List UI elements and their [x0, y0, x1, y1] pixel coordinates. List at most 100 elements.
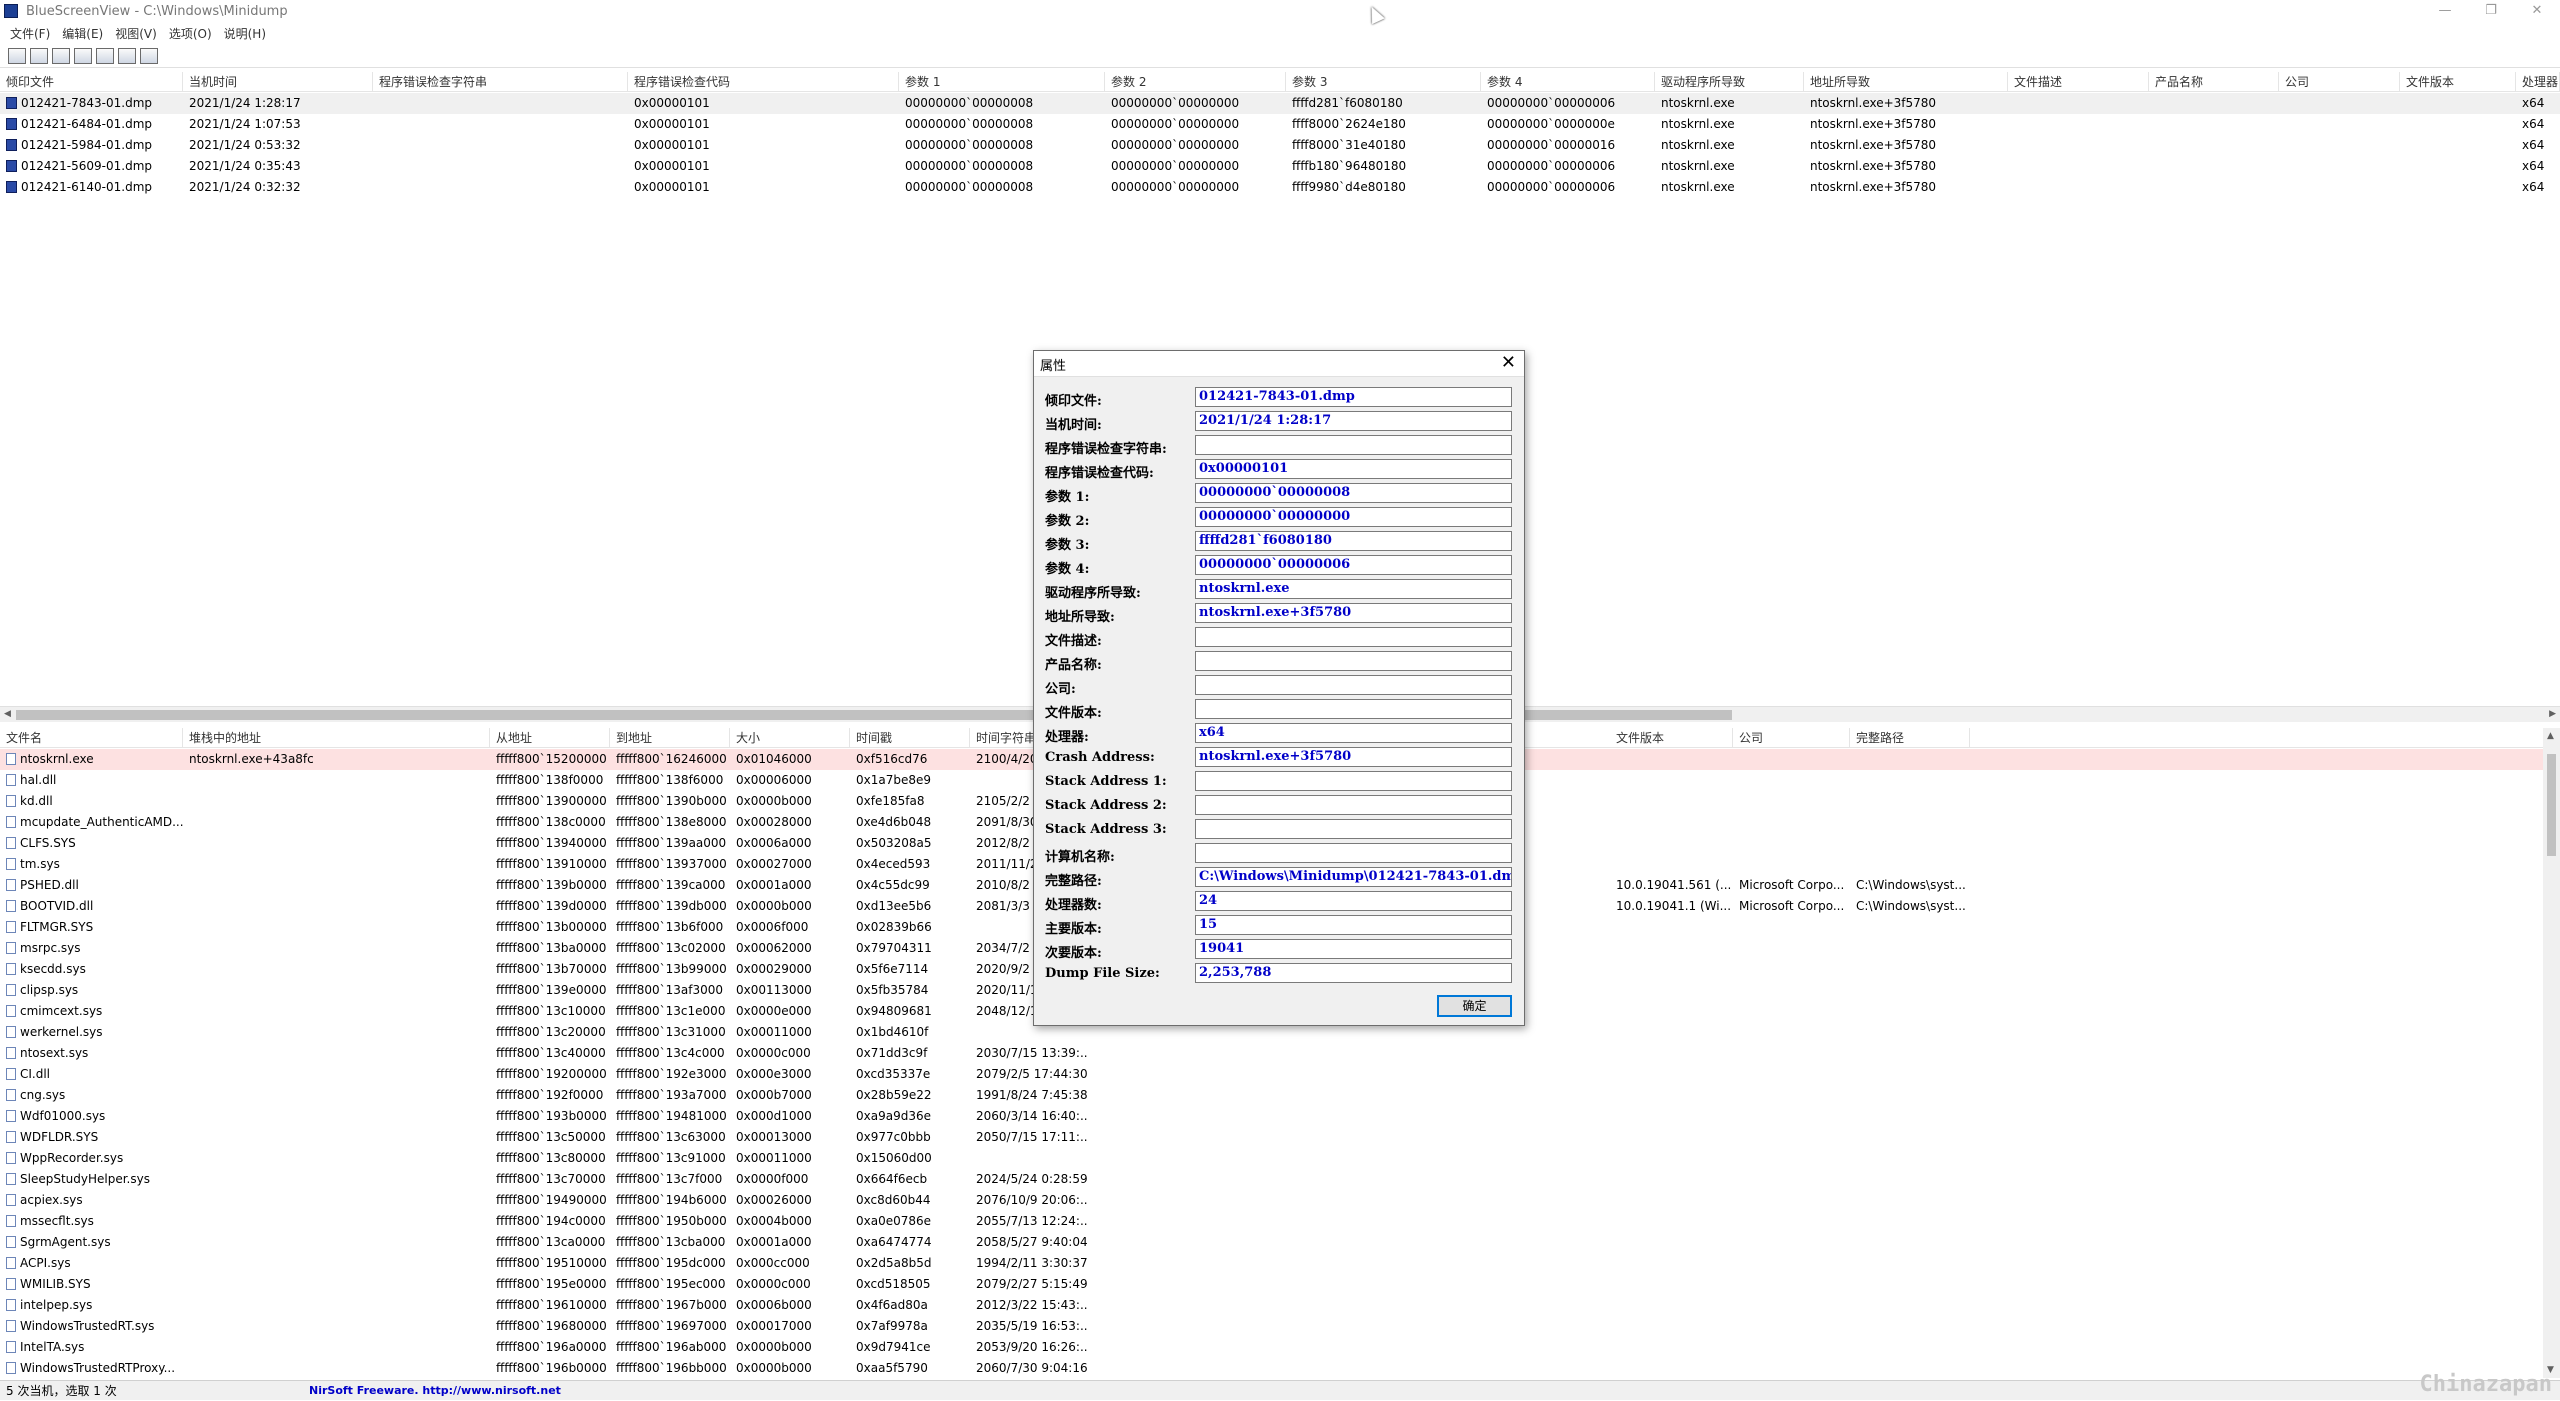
property-value-field[interactable]: 2,253,788 [1195, 963, 1512, 983]
crash-list-row[interactable]: 012421-7843-01.dmp 2021/1/24 1:28:17 0x000… [0, 93, 2560, 114]
drivers-list-column-header[interactable]: 完整路径 [1850, 728, 1970, 748]
property-value-field[interactable]: C:\Windows\Minidump\012421-7843-01.dmp [1195, 867, 1512, 887]
driver-file-cell: CI.dll [0, 1064, 183, 1085]
crash-list-column-header[interactable]: 参数 4 [1481, 72, 1655, 92]
crash-list-column-header[interactable]: 驱动程序所导致 [1655, 72, 1804, 92]
menu-view[interactable]: 视图(V) [109, 25, 163, 42]
drivers-list-row[interactable]: WindowsTrustedRTProxy... fffff800`196b000… [0, 1358, 2543, 1378]
property-value-field[interactable] [1195, 819, 1512, 839]
crash-list-row[interactable]: 012421-6140-01.dmp 2021/1/24 0:32:32 0x000… [0, 177, 2560, 198]
property-value-field[interactable]: ntoskrnl.exe+3f5780 [1195, 747, 1512, 767]
drivers-list-row[interactable]: WMILIB.SYS fffff800`195e0000 fffff800`195e… [0, 1274, 2543, 1295]
drivers-list-column-header[interactable]: 文件版本 [1610, 728, 1733, 748]
crash-list-column-header[interactable]: 参数 2 [1105, 72, 1286, 92]
drivers-list-row[interactable]: SleepStudyHelper.sys fffff800`13c70000 fff… [0, 1169, 2543, 1190]
properties-icon[interactable] [74, 47, 92, 64]
cell-text: 0x0000c000 [736, 1046, 811, 1060]
drivers-list-column-header[interactable]: 大小 [730, 728, 850, 748]
property-value-field[interactable] [1195, 675, 1512, 695]
drivers-list-row[interactable]: acpiex.sys fffff800`19490000 fffff800`194b… [0, 1190, 2543, 1211]
property-value-field[interactable] [1195, 627, 1512, 647]
copy-icon[interactable] [52, 47, 70, 64]
property-value-field[interactable]: 00000000`00000008 [1195, 483, 1512, 503]
save-icon[interactable] [8, 47, 26, 64]
drivers-list-cell: 0x71dd3c9f [850, 1043, 970, 1064]
property-value-field[interactable]: ntoskrnl.exe [1195, 579, 1512, 599]
crash-list-row[interactable]: 012421-5984-01.dmp 2021/1/24 0:53:32 0x000… [0, 135, 2560, 156]
scroll-up-arrow-icon[interactable]: ▲ [2547, 731, 2554, 741]
property-value-field[interactable]: 012421-7843-01.dmp [1195, 387, 1512, 407]
property-value-field[interactable] [1195, 843, 1512, 863]
drivers-list-column-header[interactable]: 时间戳 [850, 728, 970, 748]
drivers-list-row[interactable]: cng.sys fffff800`192f0000 fffff800`193a700… [0, 1085, 2543, 1106]
drivers-list-row[interactable]: WindowsTrustedRT.sys fffff800`19680000 fff… [0, 1316, 2543, 1337]
property-value-field[interactable]: 2021/1/24 1:28:17 [1195, 411, 1512, 431]
property-value-field[interactable]: ntoskrnl.exe+3f5780 [1195, 603, 1512, 623]
drivers-list-row[interactable]: WDFLDR.SYS fffff800`13c50000 fffff800`13c6… [0, 1127, 2543, 1148]
drivers-list-column-header[interactable]: 文件名 [0, 728, 183, 748]
crash-list-column-header[interactable]: 文件描述 [2008, 72, 2149, 92]
crash-list-column-header[interactable]: 公司 [2279, 72, 2400, 92]
crash-list-column-header[interactable]: 参数 3 [1286, 72, 1481, 92]
drivers-list-row[interactable]: WppRecorder.sys fffff800`13c80000 fffff800… [0, 1148, 2543, 1169]
property-value-field[interactable] [1195, 771, 1512, 791]
drivers-list-column-header[interactable]: 到地址 [610, 728, 730, 748]
minimize-button[interactable]: — [2422, 0, 2468, 22]
drivers-list-row[interactable]: ntosext.sys fffff800`13c40000 fffff800`13c… [0, 1043, 2543, 1064]
property-value-field[interactable]: 00000000`00000000 [1195, 507, 1512, 527]
property-value-field[interactable]: 00000000`00000006 [1195, 555, 1512, 575]
crash-list-column-header[interactable]: 地址所导致 [1804, 72, 2008, 92]
property-value-field[interactable]: 19041 [1195, 939, 1512, 959]
exit-icon[interactable] [140, 47, 158, 64]
driver-file-icon [6, 1047, 16, 1059]
dialog-close-icon[interactable]: ✕ [1501, 352, 1516, 373]
property-value-field[interactable] [1195, 699, 1512, 719]
cell-text: fffff800`13c10000 [496, 1004, 606, 1018]
crash-list-column-header[interactable]: 处理器 [2516, 72, 2560, 92]
find-icon[interactable] [118, 47, 136, 64]
menu-options[interactable]: 选项(O) [163, 25, 218, 42]
property-value-field[interactable]: 0x00000101 [1195, 459, 1512, 479]
crash-list-column-header[interactable]: 倾印文件 [0, 72, 183, 92]
drivers-list-column-header[interactable]: 从地址 [490, 728, 610, 748]
scroll-right-arrow-icon[interactable]: ▶ [2549, 709, 2556, 719]
drivers-list-row[interactable]: Wdf01000.sys fffff800`193b0000 fffff800`19… [0, 1106, 2543, 1127]
property-value-field[interactable] [1195, 435, 1512, 455]
crash-list-row[interactable]: 012421-5609-01.dmp 2021/1/24 0:35:43 0x000… [0, 156, 2560, 177]
drivers-list-row[interactable]: CI.dll fffff800`19200000 fffff800`192e3000… [0, 1064, 2543, 1085]
crash-list-column-header[interactable]: 当机时间 [183, 72, 373, 92]
crash-list-row[interactable]: 012421-6484-01.dmp 2021/1/24 1:07:53 0x000… [0, 114, 2560, 135]
crash-list-column-header[interactable]: 参数 1 [899, 72, 1105, 92]
crash-list-column-header[interactable]: 产品名称 [2149, 72, 2279, 92]
property-value-field[interactable]: 15 [1195, 915, 1512, 935]
scroll-left-arrow-icon[interactable]: ◀ [4, 709, 11, 719]
property-value-field[interactable] [1195, 651, 1512, 671]
save-all-icon[interactable] [30, 47, 48, 64]
drivers-list-column-header[interactable]: 堆栈中的地址 [183, 728, 490, 748]
maximize-button[interactable]: ❐ [2468, 0, 2514, 22]
ok-button[interactable]: 确定 [1437, 995, 1512, 1017]
nirsoft-link[interactable]: NirSoft Freeware. http://www.nirsoft.net [303, 1381, 561, 1401]
crash-list-column-header[interactable]: 程序错误检查字符串 [373, 72, 628, 92]
property-value-field[interactable]: ffffd281`f6080180 [1195, 531, 1512, 551]
html-report-icon[interactable] [96, 47, 114, 64]
crash-list-column-header[interactable]: 文件版本 [2400, 72, 2516, 92]
close-window-button[interactable]: ✕ [2514, 0, 2560, 22]
vertical-scroll-thumb[interactable] [2547, 754, 2556, 856]
menu-file[interactable]: 文件(F) [4, 25, 56, 42]
cell-text: mssecflt.sys [20, 1214, 94, 1228]
menu-edit[interactable]: 编辑(E) [56, 25, 109, 42]
drivers-list-row[interactable]: IntelTA.sys fffff800`196a0000 fffff800`196… [0, 1337, 2543, 1358]
property-value-field[interactable]: 24 [1195, 891, 1512, 911]
property-value-field[interactable]: x64 [1195, 723, 1512, 743]
menu-help[interactable]: 说明(H) [218, 25, 272, 42]
drivers-list-row[interactable]: mssecflt.sys fffff800`194c0000 fffff800`19… [0, 1211, 2543, 1232]
drivers-list-row[interactable]: ACPI.sys fffff800`19510000 fffff800`195dc0… [0, 1253, 2543, 1274]
drivers-list-vertical-scrollbar[interactable]: ▲ ▼ [2543, 728, 2560, 1378]
drivers-list-column-header[interactable]: 公司 [1733, 728, 1850, 748]
drivers-list-row[interactable]: SgrmAgent.sys fffff800`13ca0000 fffff800`1… [0, 1232, 2543, 1253]
drivers-list-row[interactable]: intelpep.sys fffff800`19610000 fffff800`19… [0, 1295, 2543, 1316]
crash-list-column-header[interactable]: 程序错误检查代码 [628, 72, 899, 92]
property-label: Stack Address 1: [1045, 774, 1167, 789]
property-value-field[interactable] [1195, 795, 1512, 815]
